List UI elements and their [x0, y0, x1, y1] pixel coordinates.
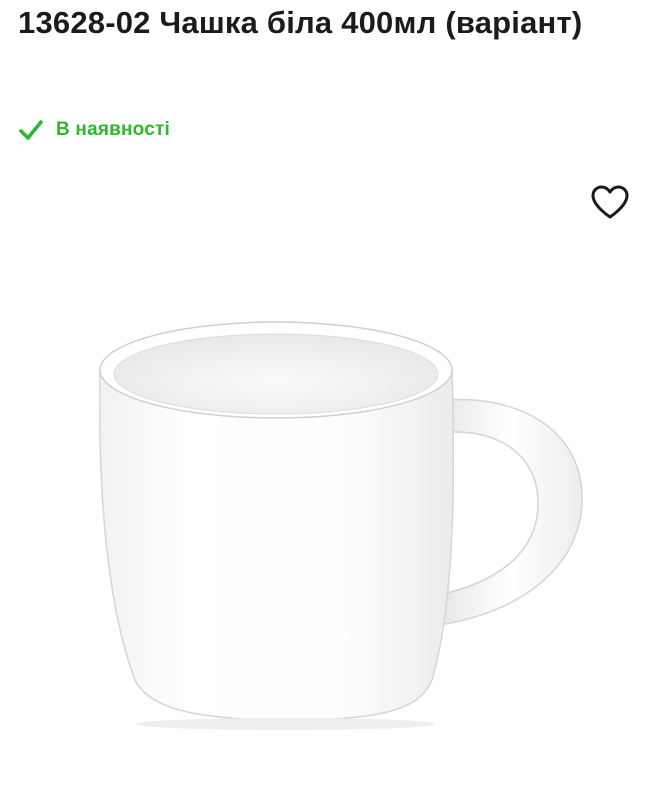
check-icon [19, 120, 43, 140]
product-image [98, 321, 583, 730]
heart-outline-icon [591, 185, 629, 219]
stock-status: В наявності [18, 117, 170, 143]
wishlist-button[interactable] [588, 180, 632, 224]
stock-status-label: В наявності [56, 119, 170, 140]
product-title: 13628-02 Чашка біла 400мл (варіант) [18, 5, 583, 40]
